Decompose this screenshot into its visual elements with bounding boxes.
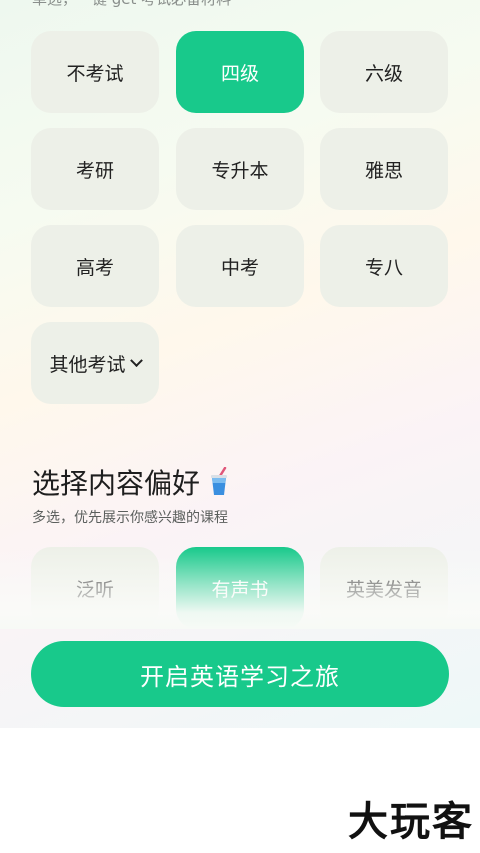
exam-option-gaokao[interactable]: 高考	[31, 225, 159, 307]
exam-option-other-dropdown[interactable]: 其他考试	[31, 322, 159, 404]
watermark-logo: 大玩客	[348, 799, 474, 845]
exam-option-none[interactable]: 不考试	[31, 31, 159, 113]
exam-option-tem8[interactable]: 专八	[320, 225, 448, 307]
content-option-pronunciation[interactable]: 英美发音	[320, 547, 448, 629]
drink-cup-icon	[211, 467, 228, 495]
exam-option-cet6[interactable]: 六级	[320, 31, 448, 113]
exam-option-ielts[interactable]: 雅思	[320, 128, 448, 210]
exam-hint-text: 单选，一键 get 考试必备材料	[32, 0, 231, 9]
content-option-listening[interactable]: 泛听	[31, 547, 159, 629]
start-learning-button[interactable]: 开启英语学习之旅	[31, 641, 449, 707]
exam-option-zhongkao[interactable]: 中考	[176, 225, 304, 307]
exam-option-other-label: 其他考试	[49, 353, 126, 376]
exam-option-upgrade[interactable]: 专升本	[176, 128, 304, 210]
content-preference-heading: 选择内容偏好	[32, 462, 230, 502]
exam-option-cet4[interactable]: 四级	[176, 31, 304, 113]
content-options-row: 泛听 有声书 英美发音	[0, 547, 480, 629]
exam-option-postgrad[interactable]: 考研	[31, 128, 159, 210]
chevron-down-icon	[129, 353, 143, 367]
section-title-text: 选择内容偏好	[32, 467, 201, 500]
content-option-audiobook[interactable]: 有声书	[176, 547, 304, 629]
preference-panel: 单选，一键 get 考试必备材料 不考试 四级 六级 考研 专升本 雅思 高考 …	[0, 0, 480, 728]
section-subtitle: 多选，优先展示你感兴趣的课程	[32, 510, 228, 526]
